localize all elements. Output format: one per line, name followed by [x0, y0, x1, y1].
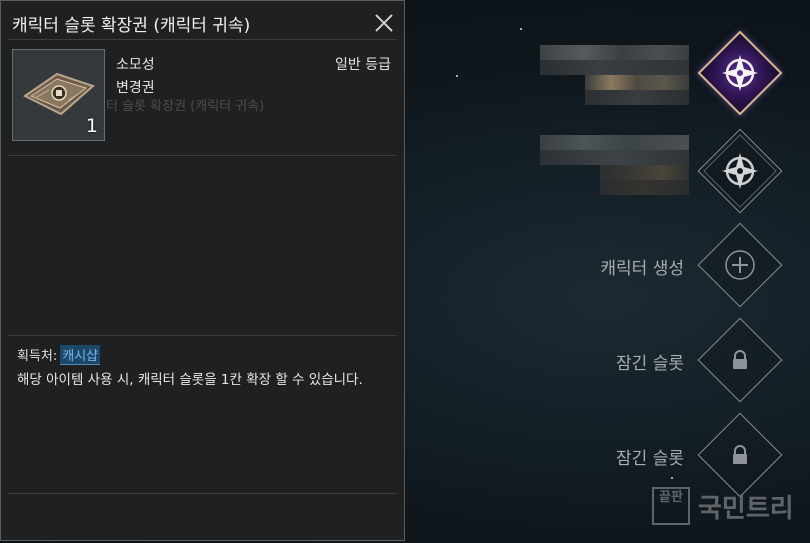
header-divider	[8, 155, 397, 156]
locked-slot-label: 잠긴 슬롯	[616, 449, 684, 469]
tooltip-title: 캐릭터 슬롯 확장권 (캐릭터 귀속)	[12, 16, 251, 36]
character-slot-2[interactable]	[697, 128, 783, 214]
cash-shop-link[interactable]: 캐시샵	[60, 345, 101, 365]
source-label: 획득처:	[17, 349, 58, 364]
footer-divider	[8, 493, 397, 494]
watermark-logo-box: 끝판	[652, 487, 690, 525]
plus-icon	[725, 250, 755, 280]
star-dot	[671, 477, 673, 479]
item-type: 소모성	[116, 57, 155, 73]
item-grade: 일반 등급	[335, 57, 391, 73]
item-description: 해당 아이템 사용 시, 캐릭터 슬롯을 1칸 확장 할 수 있습니다.	[17, 372, 363, 388]
star-dot	[456, 75, 458, 77]
close-icon[interactable]	[374, 13, 394, 33]
lock-icon	[733, 350, 747, 369]
lock-icon	[733, 445, 747, 464]
locked-slot-1[interactable]	[697, 317, 783, 403]
watermark: 끝판 국민트리	[652, 487, 794, 525]
title-divider	[8, 39, 397, 40]
compass-emblem-icon	[722, 153, 758, 189]
locked-slot-2[interactable]	[697, 412, 783, 498]
item-icon-box[interactable]: 1	[12, 49, 105, 141]
locked-slot-label: 잠긴 슬롯	[616, 354, 684, 374]
item-subtype: 변경권	[116, 80, 155, 96]
star-dot	[520, 28, 522, 30]
item-tooltip-panel: 캐릭터 슬롯 확장권 (캐릭터 귀속) 1 터 슬롯 확장권 (캐릭터 귀속) …	[0, 0, 405, 541]
item-count: 1	[85, 115, 98, 137]
acquisition-source: 획득처: 캐시샵	[17, 345, 101, 365]
create-character-slot[interactable]	[697, 222, 783, 308]
compass-emblem-icon	[722, 55, 758, 91]
body-divider	[8, 335, 397, 336]
create-character-label: 캐릭터 생성	[600, 259, 684, 279]
watermark-text: 국민트리	[698, 493, 794, 524]
faded-item-name: 터 슬롯 확장권 (캐릭터 귀속)	[106, 99, 265, 114]
character-slot-1-selected[interactable]	[697, 30, 783, 116]
